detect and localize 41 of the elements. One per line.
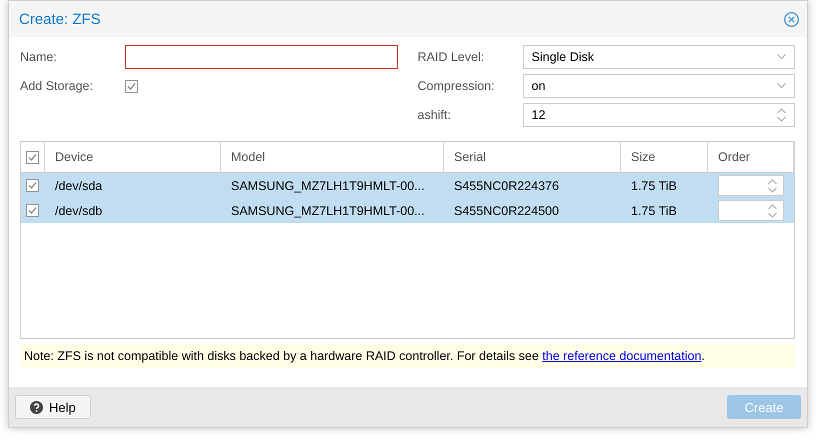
note-text: Note: ZFS is not compatible with disks backed by a hardware RAID controller. For details see the reference documentation. — [20, 344, 795, 368]
spinner-arrows-icon[interactable] — [777, 108, 786, 122]
table-cell: /dev/sda — [55, 178, 102, 192]
table-cell: SAMSUNG_MZ7LH1T9HMLT-00... — [231, 204, 425, 218]
table-cell: 1.75 TiB — [631, 204, 677, 218]
column-header[interactable]: Model — [221, 142, 444, 172]
checkbox[interactable] — [26, 150, 39, 164]
disk-row[interactable]: /dev/sda SAMSUNG_MZ7LH1T9HMLT-00... S455NC0R224376 1.75 TiB — [21, 173, 794, 198]
help-button[interactable]: Help — [15, 395, 91, 419]
checkbox[interactable] — [26, 204, 39, 217]
close-icon[interactable] — [784, 12, 799, 26]
help-icon — [30, 400, 43, 414]
checkbox[interactable] — [125, 80, 138, 92]
table-cell: S455NC0R224500 — [454, 204, 559, 218]
dropdown-field[interactable]: Single Disk — [522, 45, 795, 69]
window-title: Create: ZFS — [19, 10, 101, 28]
column-header[interactable]: Device — [45, 142, 221, 172]
disk-row[interactable]: /dev/sdb SAMSUNG_MZ7LH1T9HMLT-00... S455NC0R224500 1.75 TiB — [21, 198, 794, 223]
column-header[interactable]: Size — [621, 142, 708, 172]
spinner-arrows-icon[interactable] — [768, 204, 777, 218]
field-label: Add Storage: — [20, 79, 94, 93]
dropdown-caret-icon[interactable] — [777, 54, 786, 60]
spinner-arrows-icon[interactable] — [768, 178, 777, 192]
dropdown-caret-icon[interactable] — [777, 83, 786, 89]
table-cell: SAMSUNG_MZ7LH1T9HMLT-00... — [231, 178, 425, 192]
column-header[interactable]: Order — [708, 142, 794, 172]
name-input-field[interactable] — [125, 45, 398, 69]
table-cell: /dev/sdb — [55, 204, 102, 218]
number-field[interactable]: 12 — [522, 103, 795, 127]
documentation-link[interactable]: the reference documentation — [542, 349, 702, 363]
field-label: Compression: — [418, 79, 496, 93]
field-label: ashift: — [418, 108, 452, 122]
table-cell: 1.75 TiB — [631, 178, 677, 192]
column-header[interactable]: Serial — [444, 142, 621, 172]
order-spinner-field[interactable] — [718, 200, 784, 221]
order-spinner-field[interactable] — [718, 175, 784, 196]
table-cell: S455NC0R224376 — [454, 178, 559, 192]
field-label: Name: — [20, 50, 58, 64]
checkbox[interactable] — [26, 179, 39, 192]
field-label: RAID Level: — [418, 50, 486, 64]
dropdown-field[interactable]: on — [522, 74, 795, 98]
